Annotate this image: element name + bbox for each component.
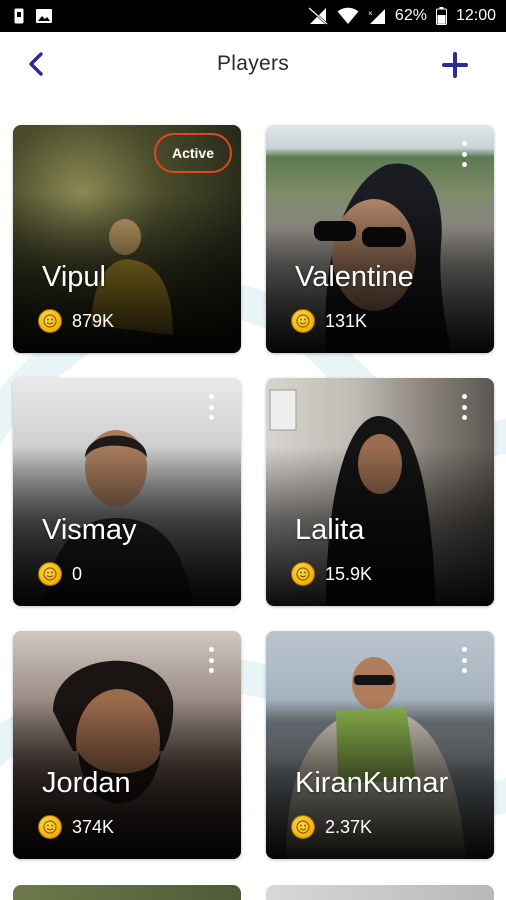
player-card-partial[interactable] [266,885,494,900]
more-options-menu-icon[interactable] [458,141,470,167]
more-options-menu-icon[interactable] [205,394,217,420]
svg-text:×: × [368,9,373,18]
image-icon [36,9,52,23]
add-player-button[interactable] [440,50,470,80]
mobile-data-icon: × [368,7,386,25]
coin-icon [291,562,315,586]
coin-balance: 879K [38,309,114,333]
player-card-jordan[interactable]: Jordan 374K [13,631,241,859]
battery-icon [435,7,447,25]
players-grid: Active Vipul 879K Valentine 131K Vismay … [13,125,495,859]
status-bar: × 62% 12:00 [0,0,506,32]
page-title: Players [216,52,290,75]
coin-balance: 15.9K [291,562,372,586]
player-card-valentine[interactable]: Valentine 131K [266,125,494,353]
more-options-menu-icon[interactable] [458,647,470,673]
wifi-icon [337,7,359,25]
coin-icon [291,815,315,839]
coin-value: 879K [72,310,115,331]
player-card-vipul[interactable]: Active Vipul 879K [13,125,241,353]
player-card-kirankumar[interactable]: KiranKumar 2.37K [266,631,494,859]
active-badge: Active [154,133,232,173]
player-name: KiranKumar [295,767,449,799]
plus-icon [442,52,468,78]
player-card-lalita[interactable]: Lalita 15.9K [266,378,494,606]
battery-percent: 62% [394,7,427,24]
more-options-menu-icon[interactable] [458,394,470,420]
coin-balance: 374K [38,815,114,839]
player-name: Jordan [42,767,131,799]
coin-value: 374K [72,816,115,837]
coin-balance: 2.37K [291,815,372,839]
player-name: Valentine [295,261,414,293]
sim-icon [14,8,24,24]
coin-balance: 131K [291,309,367,333]
clock: 12:00 [455,7,496,24]
coin-value: 2.37K [325,816,373,837]
chevron-left-icon [29,52,43,76]
coin-value: 15.9K [325,563,373,584]
player-card-vismay[interactable]: Vismay 0 [13,378,241,606]
coin-icon [38,815,62,839]
more-options-menu-icon[interactable] [205,647,217,673]
coin-value: 131K [325,310,368,331]
partial-row [13,885,495,900]
player-card-partial[interactable] [13,885,241,900]
player-name: Vipul [42,261,106,293]
player-name: Lalita [295,514,365,546]
coin-value: 0 [72,563,83,584]
coin-icon [291,309,315,333]
player-name: Vismay [42,514,137,546]
coin-balance: 0 [38,562,82,586]
app-header: Players [0,32,506,96]
back-button[interactable] [22,50,50,78]
coin-icon [38,562,62,586]
coin-icon [38,309,62,333]
no-signal-icon [308,7,328,25]
